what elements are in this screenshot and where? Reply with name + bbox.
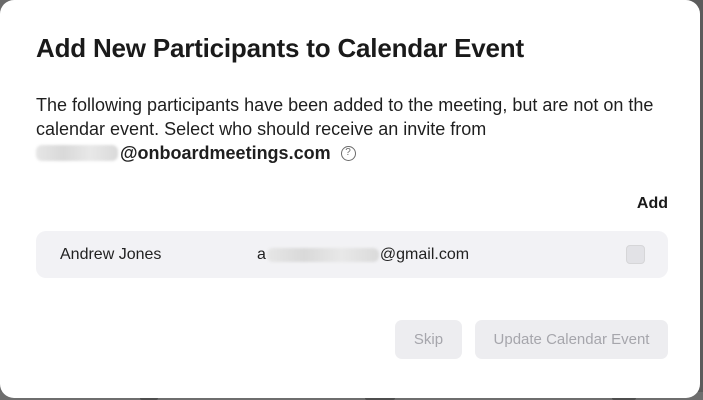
update-calendar-event-button[interactable]: Update Calendar Event: [475, 320, 668, 359]
redacted-sender-name: [36, 145, 118, 161]
sender-line: @onboardmeetings.com ?: [36, 141, 676, 165]
dialog-description: The following participants have been add…: [36, 93, 676, 165]
add-column-header: Add: [636, 195, 668, 212]
add-participants-dialog: Add New Participants to Calendar Event T…: [0, 0, 700, 398]
participant-row: Andrew Jones a @gmail.com: [36, 231, 668, 278]
participant-email: a @gmail.com: [257, 246, 469, 264]
question-circle-icon[interactable]: ?: [340, 145, 356, 161]
email-domain: @gmail.com: [379, 245, 470, 263]
redacted-email-part: [266, 247, 379, 262]
participant-name: Andrew Jones: [60, 245, 162, 263]
description-text: The following participants have been add…: [36, 95, 654, 139]
skip-button[interactable]: Skip: [395, 320, 462, 359]
add-participant-checkbox[interactable]: [626, 245, 645, 264]
sender-domain: @onboardmeetings.com: [120, 143, 331, 163]
email-prefix: a: [257, 245, 266, 263]
dialog-title: Add New Participants to Calendar Event: [36, 33, 524, 63]
